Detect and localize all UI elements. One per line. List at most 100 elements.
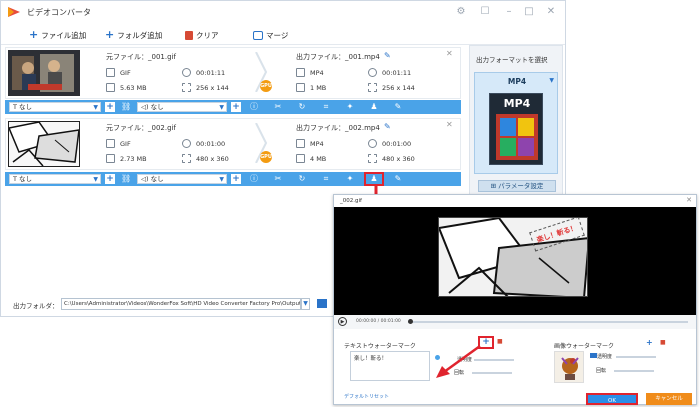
add-audio-button[interactable]: + [231, 174, 241, 184]
add-folder-button[interactable]: + フォルダ追加 [105, 28, 162, 42]
chevron-down-icon: ▼ [219, 176, 224, 183]
edit-icon[interactable]: ✎ [393, 102, 403, 112]
text-watermark-label: テキストウォーターマーク [344, 343, 416, 350]
crop-icon[interactable]: ⌗ [321, 174, 331, 184]
add-subtitle-button[interactable]: + [105, 174, 115, 184]
source-file-name: 元ファイル：_001.gif [106, 53, 176, 61]
output-folder-label: 出力フォルダ： [13, 302, 59, 310]
audio-select[interactable]: ◁) なし ▼ [137, 174, 227, 184]
edit-name-icon[interactable]: ✎ [384, 122, 391, 131]
edit-icon[interactable]: ✎ [393, 174, 403, 184]
output-format-title: 出力フォーマットを選択 [476, 56, 548, 64]
format-icon [296, 139, 305, 148]
format-selector[interactable]: MP4 ▼ MP4 [474, 72, 558, 174]
gpu-icon[interactable]: GPU [260, 151, 272, 163]
effects-icon[interactable]: ✦ [345, 102, 355, 112]
audio-select[interactable]: ◁) なし ▼ [137, 102, 227, 112]
parameter-settings-button[interactable]: ⊞ パラメータ設定 [478, 180, 556, 192]
format-icon [296, 68, 305, 77]
output-format-panel: 出力フォーマットを選択 MP4 ▼ MP4 ⊞ パラメータ設定 [469, 45, 563, 195]
format-name: MP4 [507, 77, 527, 86]
watermark-image-thumbnail[interactable] [554, 351, 584, 383]
toolbar: + ファイル追加 + フォルダ追加 クリア マージ [1, 25, 565, 45]
close-button[interactable]: ✕ [543, 4, 559, 20]
rotate-icon[interactable]: ↻ [297, 174, 307, 184]
subtitle-select[interactable]: T なし ▼ [9, 174, 101, 184]
source-format: GIF [120, 140, 131, 148]
info-icon[interactable]: ⓘ [249, 102, 259, 112]
clock-icon [368, 68, 377, 77]
clock-icon [182, 68, 191, 77]
image-opacity-slider[interactable] [616, 356, 656, 358]
trash-icon[interactable]: ■ [660, 339, 666, 346]
chevron-down-icon: ▼ [549, 77, 554, 84]
file-size-icon [106, 154, 115, 163]
cart-icon[interactable]: ☐ [477, 4, 493, 20]
timeline-handle[interactable] [408, 319, 413, 324]
image-rotate-label: 回転 [596, 368, 607, 374]
video-thumbnail[interactable] [8, 121, 80, 167]
video-thumbnail[interactable] [8, 50, 80, 96]
plus-icon: + [29, 28, 39, 41]
add-file-label: ファイル追加 [41, 30, 87, 40]
file-row[interactable]: 元ファイル：_001.gif GIF 00:01:11 5.63 MB 256 … [5, 47, 461, 99]
add-audio-button[interactable]: + [231, 102, 241, 112]
watermark-dialog: _002.gif ✕ 楽し！斬る！ ▶ 00:00:00 / 00:01:00 … [333, 194, 697, 405]
file-row[interactable]: 元ファイル：_002.gif GIF 00:01:00 2.73 MB 480 … [5, 118, 461, 170]
audio-icon: ◁) [141, 103, 151, 111]
add-image-watermark-button[interactable]: + [646, 338, 653, 347]
watermark-text-input[interactable]: 楽し！斬る！ [350, 351, 430, 381]
image-opacity-label: 透明度 [597, 354, 613, 360]
merge-label: マージ [266, 30, 289, 40]
pointer-arrow-icon [436, 344, 481, 378]
image-rotate-slider[interactable] [614, 370, 654, 372]
file-size-icon [296, 154, 305, 163]
merge-button[interactable]: マージ [253, 28, 288, 42]
maximize-button[interactable]: □ [521, 4, 537, 20]
output-folder-path[interactable]: C:\Users\Administrator\Videos\WonderFox … [61, 298, 301, 310]
clock-icon [368, 139, 377, 148]
output-resolution: 480 x 360 [382, 155, 415, 163]
close-icon[interactable]: ✕ [686, 196, 692, 204]
reset-default-link[interactable]: デフォルトリセット [344, 393, 389, 400]
clock-icon [182, 139, 191, 148]
subtitle-value: なし [19, 175, 33, 183]
info-icon[interactable]: ⓘ [249, 174, 259, 184]
crop-icon[interactable]: ⌗ [321, 102, 331, 112]
output-duration: 00:01:00 [382, 140, 412, 148]
trash-icon[interactable]: ■ [497, 338, 503, 345]
add-file-button[interactable]: + ファイル追加 [29, 28, 86, 42]
link-icon[interactable]: ⛓ [121, 174, 131, 184]
edit-name-icon[interactable]: ✎ [384, 51, 391, 60]
ok-button[interactable]: OK [586, 393, 638, 405]
timeline-slider[interactable] [408, 321, 688, 323]
source-size: 2.73 MB [120, 155, 147, 163]
play-icon[interactable]: ▶ [338, 317, 347, 326]
link-icon[interactable]: ⛓ [121, 102, 131, 112]
minimize-button[interactable]: – [501, 4, 517, 20]
chevron-down-icon[interactable]: ▼ [301, 298, 310, 310]
watermark-icon[interactable]: ♟ [369, 102, 379, 112]
rotate-icon[interactable]: ↻ [297, 102, 307, 112]
add-folder-label: フォルダ追加 [117, 30, 163, 40]
folder-icon[interactable] [317, 299, 327, 308]
cut-icon[interactable]: ✂ [273, 102, 283, 112]
title-bar: ビデオコンバータ ⚙ ☐ – □ ✕ [1, 1, 565, 23]
remove-file-icon[interactable]: ✕ [446, 120, 453, 129]
output-duration: 00:01:11 [382, 69, 412, 77]
subtitle-select[interactable]: T なし ▼ [9, 102, 101, 112]
clear-button[interactable]: クリア [185, 28, 219, 42]
source-size: 5.63 MB [120, 84, 147, 92]
remove-file-icon[interactable]: ✕ [446, 49, 453, 58]
chevron-down-icon: ▼ [219, 104, 224, 111]
format-icon [106, 68, 115, 77]
cancel-button[interactable]: キャンセル [646, 393, 692, 405]
add-subtitle-button[interactable]: + [105, 102, 115, 112]
gpu-icon[interactable]: GPU [260, 80, 272, 92]
folder-icon[interactable] [590, 353, 597, 358]
settings-icon[interactable]: ⚙ [453, 4, 469, 20]
cut-icon[interactable]: ✂ [273, 174, 283, 184]
watermark-icon[interactable]: ♟ [364, 172, 384, 186]
effects-icon[interactable]: ✦ [345, 174, 355, 184]
edit-bar: T なし ▼ + ⛓ ◁) なし ▼ + ⓘ ✂ ↻ ⌗ ✦ ♟ ✎ [5, 172, 461, 186]
